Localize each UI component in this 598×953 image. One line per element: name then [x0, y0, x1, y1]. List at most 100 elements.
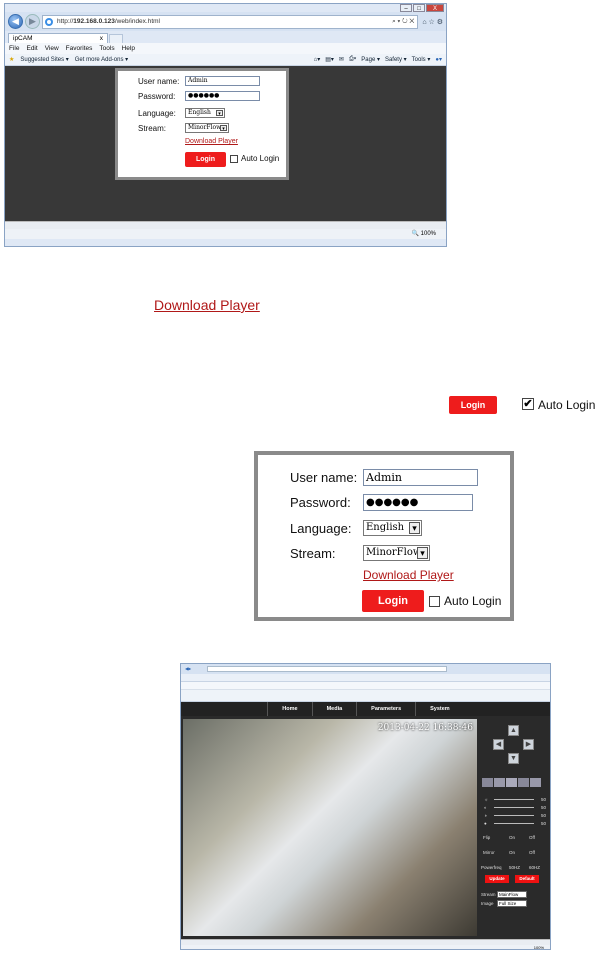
tab-close-icon[interactable]: x [100, 35, 103, 42]
camera-address-bar[interactable]: ◀▶ [181, 664, 550, 674]
minimize-button[interactable]: – [400, 4, 412, 12]
back-button[interactable]: ◀ [8, 14, 23, 29]
new-tab-button[interactable] [109, 34, 123, 43]
nav-media[interactable]: Media [311, 702, 357, 716]
username-input-large[interactable]: Admin [363, 469, 478, 486]
menu-help[interactable]: Help [122, 45, 135, 52]
menu-file[interactable]: File [9, 45, 19, 52]
update-button[interactable]: Update [485, 875, 509, 883]
username-label: User name: [138, 77, 180, 86]
hue-slider[interactable]: ◑ 50 [484, 813, 546, 818]
auto-login-checkbox[interactable] [230, 155, 238, 163]
contrast-slider[interactable]: ◐ 50 [484, 805, 546, 810]
language-select[interactable]: English ▾ [185, 108, 225, 118]
ptz-left-button[interactable]: ◀ [493, 739, 504, 750]
username-input[interactable]: Admin [185, 76, 260, 86]
favorites-star-icon[interactable]: ★ [9, 56, 14, 63]
auto-login-checkbox-checked[interactable]: ✔ [522, 398, 534, 410]
cmd-tools[interactable]: Tools ▾ [412, 56, 431, 63]
forward-button[interactable]: ▶ [25, 14, 40, 29]
mirror-off[interactable]: Off [529, 850, 535, 855]
feeds-icon[interactable]: ▤▾ [325, 56, 334, 63]
powerfreq-50hz[interactable]: 50HZ [509, 865, 520, 870]
page-content: User name: Admin Password: ●●●●●● Langua… [5, 66, 446, 221]
camera-tab-row [181, 674, 550, 682]
password-label: Password: [138, 92, 176, 101]
download-player-link[interactable]: Download Player [185, 138, 238, 145]
camera-menu-bar [181, 682, 550, 690]
mail-icon[interactable]: ✉ [339, 56, 344, 63]
download-player-callout[interactable]: Download Player [154, 297, 260, 313]
audio-icon[interactable] [506, 778, 517, 787]
talk-icon[interactable] [518, 778, 529, 787]
ptz-up-button[interactable]: ▲ [508, 725, 519, 736]
flip-off[interactable]: Off [529, 835, 535, 840]
tab-row: ipCAM x [5, 31, 446, 43]
hue-icon: ◑ [484, 813, 487, 818]
home-icon[interactable]: ⌂▾ [314, 56, 321, 63]
horizontal-scrollbar[interactable] [5, 221, 446, 229]
fullscreen-icon[interactable] [530, 778, 541, 787]
camera-control-panel: ▲ ◀ ▶ ▼ ☼ 50 ◐ 50 ◑ 50 ● 50 Flip On Off Mirr… [479, 719, 549, 936]
camera-status-bar: 100% [181, 945, 550, 949]
search-icon[interactable]: ⌕ ▾ ↻ ✕ [392, 16, 414, 28]
menu-tools[interactable]: Tools [99, 45, 114, 52]
record-icon[interactable] [482, 778, 493, 787]
password-input-large[interactable]: ●●●●●● [363, 494, 473, 511]
flip-label: Flip [483, 835, 491, 840]
nav-system[interactable]: System [415, 702, 464, 716]
login-box-small: User name: Admin Password: ●●●●●● Langua… [115, 68, 289, 180]
browser-window-login: – □ X ◀ ▶ http://192.168.0.123/web/index… [4, 3, 447, 247]
ptz-right-button[interactable]: ▶ [523, 739, 534, 750]
flip-on[interactable]: On [509, 835, 515, 840]
ptz-down-button[interactable]: ▼ [508, 753, 519, 764]
slider-track [494, 823, 534, 824]
nav-parameters[interactable]: Parameters [356, 702, 415, 716]
fav-get-addons[interactable]: Get more Add-ons ▾ [75, 56, 128, 63]
language-label-large: Language: [290, 521, 352, 536]
stream-label: Stream: [138, 124, 167, 133]
back-button[interactable]: ◀▶ [185, 666, 191, 671]
language-select-large[interactable]: English ▾ [363, 520, 422, 536]
menu-favorites[interactable]: Favorites [66, 45, 93, 52]
mirror-on[interactable]: On [509, 850, 515, 855]
saturation-slider[interactable]: ● 50 [484, 821, 546, 826]
download-player-link-large[interactable]: Download Player [363, 568, 454, 582]
cmd-safety[interactable]: Safety ▾ [385, 56, 407, 63]
camera-zoom[interactable]: 100% [534, 945, 544, 949]
maximize-button[interactable]: □ [413, 4, 425, 12]
camera-nav: Home Media Parameters System [181, 702, 550, 716]
cmd-page[interactable]: Page ▾ [361, 56, 380, 63]
menu-edit[interactable]: Edit [26, 45, 37, 52]
print-icon[interactable]: ⎙▾ [349, 56, 356, 63]
image-select-cam[interactable]: Full Size [497, 900, 527, 907]
stream-select[interactable]: MinorFlow ▾ [185, 123, 229, 133]
contrast-icon: ◐ [484, 805, 487, 810]
login-button-callout[interactable]: Login [449, 396, 497, 414]
login-button[interactable]: Login [185, 152, 226, 167]
snapshot-icon[interactable] [494, 778, 505, 787]
brightness-icon: ☼ [484, 797, 489, 802]
stream-select-cam[interactable]: MainFlow [497, 891, 527, 898]
password-label-large: Password: [290, 495, 351, 510]
nav-home[interactable]: Home [267, 702, 311, 716]
home-star-gear-icons[interactable]: ⌂ ☆ ⚙ [422, 18, 443, 26]
brightness-slider[interactable]: ☼ 50 [484, 797, 546, 802]
menu-view[interactable]: View [45, 45, 59, 52]
powerfreq-label: Powerfreq [481, 865, 502, 870]
fav-suggested-sites[interactable]: Suggested Sites ▾ [20, 56, 68, 63]
favorites-bar: ★ Suggested Sites ▾ Get more Add-ons ▾ ⌂… [5, 54, 446, 66]
chevron-down-icon: ▾ [220, 125, 227, 132]
password-input[interactable]: ●●●●●● [185, 91, 260, 101]
address-bar[interactable]: http://192.168.0.123/web/index.html ⌕ ▾ … [42, 14, 419, 29]
close-window-button[interactable]: X [426, 4, 444, 12]
default-button[interactable]: Default [515, 875, 539, 883]
stream-select-large[interactable]: MinorFlow ▾ [363, 545, 430, 561]
help-icon[interactable]: ●▾ [435, 56, 442, 63]
login-button-large[interactable]: Login [362, 590, 424, 612]
zoom-level[interactable]: 100% [421, 231, 436, 237]
camera-url[interactable] [207, 666, 447, 672]
auto-login-checkbox-large[interactable] [429, 596, 440, 607]
powerfreq-60hz[interactable]: 60HZ [529, 865, 540, 870]
tab-ipcam[interactable]: ipCAM x [8, 33, 108, 43]
